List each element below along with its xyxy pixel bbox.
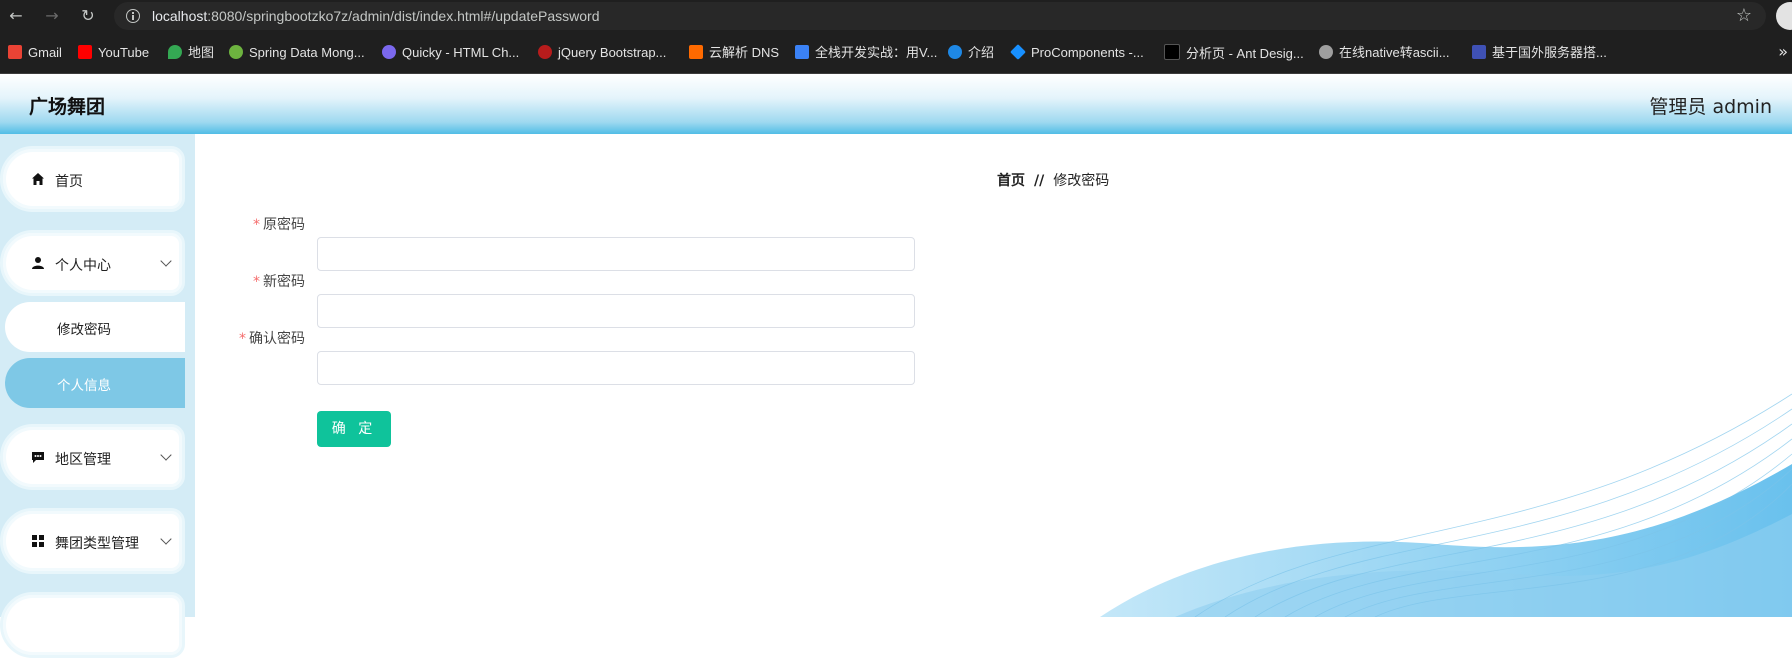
bookmark-item[interactable]: jQuery Bootstrap... bbox=[538, 44, 666, 62]
app-title: 广场舞团 bbox=[29, 96, 106, 118]
confirm-password-label: * 确认密码 bbox=[239, 331, 305, 347]
youtube-icon bbox=[78, 45, 92, 59]
grid-icon bbox=[32, 535, 44, 547]
profile-avatar[interactable] bbox=[1776, 2, 1792, 30]
bookmark-item[interactable]: Quicky - HTML Ch... bbox=[382, 44, 519, 62]
bookmark-item[interactable]: ProComponents -... bbox=[1010, 44, 1144, 62]
bookmark-item[interactable]: 云解析 DNS bbox=[689, 44, 779, 62]
sidebar-item-label: 舞团类型管理 bbox=[55, 536, 139, 552]
chevron-down-icon bbox=[160, 533, 172, 545]
bookmark-item[interactable]: 基于国外服务器搭... bbox=[1472, 44, 1607, 62]
breadcrumb-separator: // bbox=[1034, 173, 1045, 189]
sidebar-item-personal-center[interactable]: 个人中心 bbox=[0, 230, 185, 296]
sidebar-item-label: 地区管理 bbox=[55, 452, 111, 468]
jquery-icon bbox=[538, 45, 552, 59]
new-password-label: * 新密码 bbox=[253, 274, 305, 290]
gmail-icon bbox=[8, 45, 22, 59]
bookmark-item[interactable]: 地图 bbox=[168, 44, 214, 62]
chevron-right-icon[interactable]: » bbox=[1778, 42, 1788, 61]
globe-icon bbox=[948, 45, 962, 59]
world-icon bbox=[1319, 45, 1333, 59]
sidebar-item-dance-type-management[interactable]: 舞团类型管理 bbox=[0, 508, 185, 574]
aliyun-icon bbox=[689, 45, 703, 59]
address-bar[interactable]: localhost:8080/springbootzko7z/admin/dis… bbox=[114, 2, 1766, 30]
chevron-down-icon bbox=[160, 449, 172, 461]
flag-icon bbox=[1472, 45, 1486, 59]
messenger-icon bbox=[382, 45, 396, 59]
browser-toolbar: ← → ↻ localhost:8080/springbootzko7z/adm… bbox=[0, 0, 1792, 32]
sidebar-subitem-label: 个人信息 bbox=[57, 378, 111, 394]
bookmark-item[interactable]: Spring Data Mong... bbox=[229, 44, 365, 62]
chevron-down-icon bbox=[160, 255, 172, 267]
bookmark-item[interactable]: Gmail bbox=[8, 44, 62, 62]
bookmark-item[interactable]: 分析页 - Ant Desig... bbox=[1164, 44, 1304, 62]
old-password-input[interactable] bbox=[317, 237, 915, 271]
sidebar-subitem-label: 修改密码 bbox=[57, 322, 111, 338]
breadcrumb-home[interactable]: 首页 bbox=[997, 173, 1025, 189]
back-icon[interactable]: ← bbox=[4, 4, 28, 28]
sidebar-subitem-personal-info[interactable]: 个人信息 bbox=[5, 358, 185, 408]
sidebar-subitem-change-password[interactable]: 修改密码 bbox=[5, 302, 185, 352]
spring-icon bbox=[229, 45, 243, 59]
sidebar-item-next[interactable] bbox=[0, 592, 185, 658]
sidebar-item-region-management[interactable]: 地区管理 bbox=[0, 424, 185, 490]
main-content: 首页 // 修改密码 * 原密码 * 新密码 * 确认密码 确 定 bbox=[195, 134, 1792, 617]
forward-icon[interactable]: → bbox=[40, 4, 64, 28]
new-password-input[interactable] bbox=[317, 294, 915, 328]
site-info-icon[interactable] bbox=[126, 9, 140, 23]
sidebar-item-label: 首页 bbox=[55, 174, 83, 190]
reload-icon[interactable]: ↻ bbox=[76, 4, 100, 28]
sidebar-item-home[interactable]: 首页 bbox=[0, 146, 185, 212]
maps-icon bbox=[168, 45, 182, 59]
bookmarks-bar: Gmail YouTube 地图 Spring Data Mong... Qui… bbox=[0, 32, 1792, 74]
breadcrumb: 首页 // 修改密码 bbox=[997, 170, 1109, 190]
app-header: 广场舞团 管理员 admin bbox=[0, 74, 1792, 134]
submit-button[interactable]: 确 定 bbox=[317, 411, 391, 447]
antdesign-pro-icon bbox=[1164, 44, 1180, 60]
user-label[interactable]: 管理员 admin bbox=[1649, 92, 1772, 119]
chat-icon bbox=[32, 452, 44, 463]
user-icon bbox=[32, 257, 44, 269]
medium-icon bbox=[795, 45, 809, 59]
bookmark-item[interactable]: 在线native转ascii... bbox=[1319, 44, 1450, 62]
bookmark-item[interactable]: 全栈开发实战：用V... bbox=[795, 44, 937, 62]
bookmark-star-icon[interactable]: ☆ bbox=[1736, 4, 1752, 28]
bookmark-item[interactable]: 介绍 bbox=[948, 44, 994, 62]
bookmark-item[interactable]: YouTube bbox=[78, 44, 149, 62]
confirm-password-input[interactable] bbox=[317, 351, 915, 385]
sidebar: 首页 个人中心 修改密码 个人信息 地区管理 舞团类型管理 bbox=[0, 134, 195, 658]
procomponents-icon bbox=[1010, 44, 1026, 60]
breadcrumb-current: 修改密码 bbox=[1053, 173, 1110, 189]
old-password-label: * 原密码 bbox=[253, 217, 305, 233]
url-text[interactable]: localhost:8080/springbootzko7z/admin/dis… bbox=[152, 2, 600, 30]
home-icon bbox=[32, 173, 44, 185]
sidebar-item-label: 个人中心 bbox=[55, 258, 111, 274]
